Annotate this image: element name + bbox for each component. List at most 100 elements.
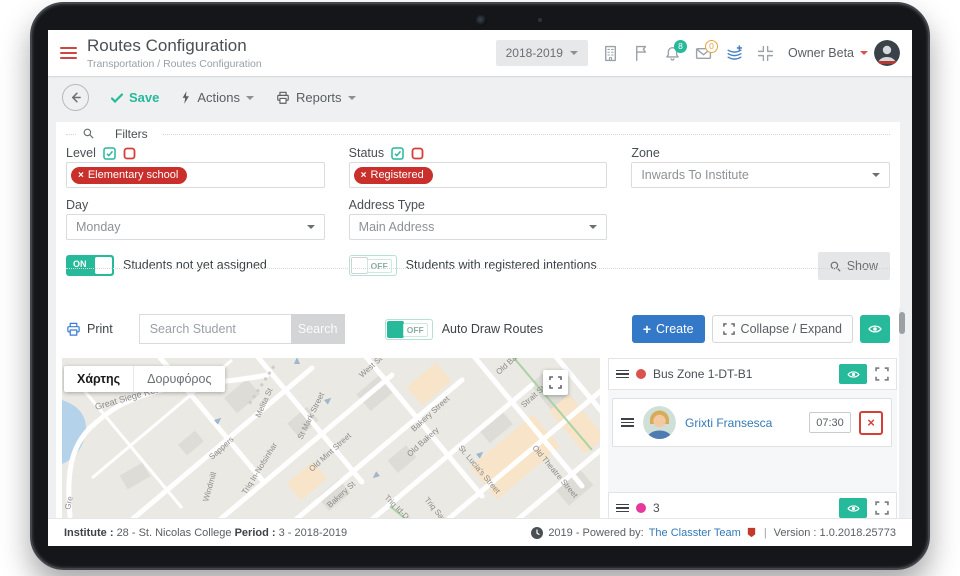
drag-handle-icon[interactable] <box>616 502 629 515</box>
route-group-header: 3 <box>608 492 897 518</box>
route-visibility-button[interactable] <box>839 364 867 384</box>
header-actions: 2018-2019 8 0 <box>496 40 900 66</box>
level-tag[interactable]: × Elementary school <box>71 167 187 184</box>
toggle-state: ON <box>73 259 87 269</box>
actions-dropdown[interactable]: Actions <box>181 90 254 105</box>
select-all-icon[interactable] <box>103 147 116 160</box>
compress-icon[interactable] <box>757 45 774 62</box>
visibility-button[interactable] <box>860 315 890 343</box>
toggle-knob <box>387 321 404 338</box>
search-button[interactable]: Search <box>291 314 345 344</box>
student-name-link[interactable]: Grixti Fransesca <box>685 416 772 430</box>
chevron-down-icon <box>246 96 254 100</box>
day-select[interactable]: Monday <box>66 214 325 240</box>
eye-icon <box>847 504 860 513</box>
save-label: Save <box>129 90 159 105</box>
select-all-icon[interactable] <box>391 147 404 160</box>
status-multiselect[interactable]: × Registered <box>349 162 608 188</box>
back-button[interactable] <box>62 84 89 111</box>
student-row: Grixti Fransesca × <box>612 398 892 447</box>
reports-dropdown[interactable]: Reports <box>276 90 356 105</box>
messages-envelope-icon[interactable]: 0 <box>695 45 712 62</box>
collapse-label: Collapse / Expand <box>741 322 842 336</box>
map-container: Great Siege Road West St Old Bakery Meli… <box>62 358 600 518</box>
eye-icon <box>868 324 882 334</box>
zone-label-row: Zone <box>631 144 890 162</box>
chevron-down-icon <box>307 225 315 229</box>
messages-badge: 0 <box>705 40 718 53</box>
route-expand-icon[interactable] <box>875 501 889 515</box>
drag-handle-icon[interactable] <box>621 416 634 429</box>
actions-label: Actions <box>197 90 240 105</box>
zone-label: Zone <box>631 146 660 160</box>
address-type-select[interactable]: Main Address <box>349 214 608 240</box>
flag-icon[interactable] <box>633 45 650 62</box>
user-menu[interactable]: Owner Beta <box>788 40 900 66</box>
route-visibility-button[interactable] <box>839 498 867 518</box>
quick-add-icon[interactable] <box>726 45 743 62</box>
clear-selection-icon[interactable] <box>411 147 424 160</box>
app-header: Routes Configuration Transportation / Ro… <box>48 30 912 76</box>
spacer <box>631 214 890 240</box>
route-expand-icon[interactable] <box>875 367 889 381</box>
map-toolbar: Print Search OFF Auto Draw Routes <box>66 314 890 344</box>
status-tag[interactable]: × Registered <box>354 167 433 184</box>
footer-right: 2019 - Powered by: The Classter Team | V… <box>531 527 896 539</box>
route-color-dot <box>636 503 646 513</box>
registered-intentions-toggle[interactable]: OFF <box>349 255 397 276</box>
drag-handle-icon[interactable] <box>616 368 629 381</box>
classter-logo <box>746 527 757 538</box>
zone-select[interactable]: Inwards To Institute <box>631 162 890 188</box>
tag-remove-icon[interactable]: × <box>361 170 367 181</box>
print-button[interactable]: Print <box>66 322 113 337</box>
scrollbar-thumb[interactable] <box>899 312 905 334</box>
collapse-expand-button[interactable]: Collapse / Expand <box>712 315 853 343</box>
classter-team-link[interactable]: The Classter Team <box>649 527 741 539</box>
not-assigned-toggle-row: ON Students not yet assigned <box>66 252 325 278</box>
create-button[interactable]: + Create <box>632 315 705 343</box>
map-tab-satellite[interactable]: Δορυφόρος <box>133 366 224 392</box>
divider <box>66 268 890 269</box>
tag-remove-icon[interactable]: × <box>78 170 84 181</box>
auto-draw-toggle[interactable]: OFF <box>385 319 433 340</box>
toggle-knob <box>351 257 368 274</box>
level-label-row: Level <box>66 144 325 162</box>
period-selector[interactable]: 2018-2019 <box>496 40 588 66</box>
notifications-bell-icon[interactable]: 8 <box>664 45 681 62</box>
eye-icon <box>847 370 860 379</box>
group-actions <box>839 498 889 518</box>
level-tag-label: Elementary school <box>88 169 179 181</box>
chevron-down-icon <box>348 96 356 100</box>
search-student-input[interactable] <box>139 314 291 344</box>
institute-label: Institute : <box>64 527 114 539</box>
level-multiselect[interactable]: × Elementary school <box>66 162 325 188</box>
tablet-frame: Routes Configuration Transportation / Ro… <box>30 2 930 570</box>
students-not-assigned-toggle[interactable]: ON <box>66 255 114 276</box>
period-value: 3 - 2018-2019 <box>279 527 348 539</box>
clear-selection-icon[interactable] <box>123 147 136 160</box>
toggle-state: OFF <box>403 323 428 337</box>
copyright-icon <box>531 527 543 539</box>
toggle-knob <box>95 257 112 274</box>
show-button[interactable]: Show <box>818 252 890 280</box>
show-label: Show <box>847 259 878 273</box>
user-avatar[interactable] <box>874 40 900 66</box>
save-button[interactable]: Save <box>111 90 159 105</box>
menu-icon[interactable] <box>60 44 77 62</box>
map-fullscreen-button[interactable] <box>543 370 568 395</box>
search-icon <box>830 261 841 272</box>
period-label: 2018-2019 <box>506 46 563 60</box>
panel-buttons: + Create Collapse / Expand <box>632 315 890 343</box>
print-label: Print <box>87 322 113 336</box>
page: Routes Configuration Transportation / Ro… <box>0 0 960 576</box>
pickup-time-input[interactable] <box>809 412 851 433</box>
institution-icon[interactable] <box>602 45 619 62</box>
status-label-row: Status <box>349 144 608 162</box>
scrollbar-track[interactable] <box>899 308 905 518</box>
group-actions <box>839 364 889 384</box>
route-group-header: Bus Zone 1-DT-B1 <box>608 358 897 390</box>
address-type-value: Main Address <box>359 220 435 234</box>
title-block: Routes Configuration Transportation / Ro… <box>87 36 262 70</box>
remove-student-button[interactable]: × <box>859 411 883 435</box>
map-tab-map[interactable]: Χάρτης <box>64 366 133 392</box>
